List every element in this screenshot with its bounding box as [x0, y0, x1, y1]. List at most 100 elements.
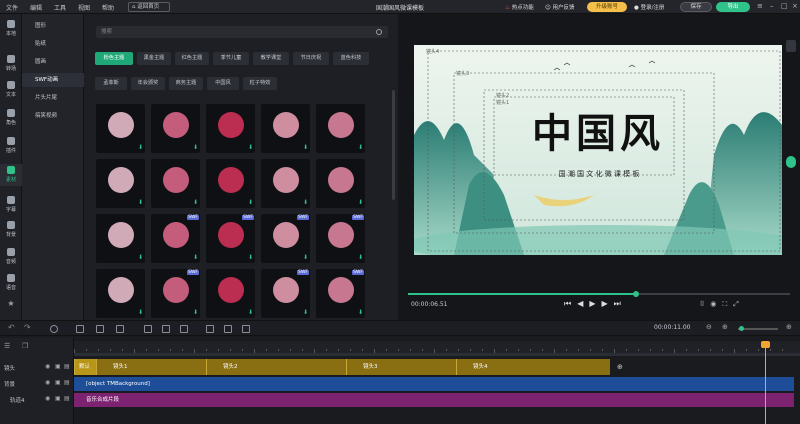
category-item-swf[interactable]: SWF动画 — [22, 73, 84, 87]
thumbnail-hanging-charm[interactable]: ⬇ — [261, 104, 310, 153]
eye-icon[interactable]: ◉ — [45, 379, 50, 386]
thumbnail-plum-cluster[interactable]: ⬇ SWF — [151, 269, 200, 318]
thumbnail-pink-balloons[interactable]: ⬇ — [206, 269, 255, 318]
thumbnail-falling-blossoms[interactable]: ⬇ SWF — [316, 214, 365, 263]
download-icon[interactable]: ⬇ — [358, 199, 363, 206]
shot-clip-2[interactable]: 镜头2 — [206, 359, 346, 375]
crop-icon[interactable] — [76, 325, 84, 333]
step-fwd-icon[interactable]: ▶ — [602, 299, 614, 308]
download-icon[interactable]: ⬇ — [193, 309, 198, 316]
thumbnail-wind-chime[interactable]: ⬇ — [151, 159, 200, 208]
zoom-handle[interactable] — [739, 326, 744, 331]
tag-business[interactable]: 商务主题 — [169, 77, 203, 90]
download-icon[interactable]: ⬇ — [303, 309, 308, 316]
menu-view[interactable]: 视图 — [78, 3, 90, 12]
thumbnail-bird-branch[interactable]: ⬇ — [96, 214, 145, 263]
download-icon[interactable]: ⬇ — [193, 254, 198, 261]
download-icon[interactable]: ⬇ — [303, 254, 308, 261]
upgrade-button[interactable]: 升级账号 — [587, 2, 627, 12]
rail-item-transition[interactable]: 转场 — [0, 53, 22, 75]
lock-track-icon[interactable]: ▣ — [55, 379, 61, 386]
thumbnail-magpie-branch[interactable]: ⬇ SWF — [151, 214, 200, 263]
category-item[interactable]: 搞笑视频 — [22, 109, 84, 123]
thumbnail-pink-tree[interactable]: ⬇ SWF — [261, 214, 310, 263]
zoom-plus-icon[interactable]: ⊕ — [786, 323, 792, 331]
category-item[interactable]: 片头片尾 — [22, 91, 84, 105]
insert-icon[interactable] — [144, 325, 152, 333]
rail-item-text[interactable]: 文本 — [0, 79, 22, 101]
close-icon[interactable]: × — [792, 2, 798, 10]
eye-icon[interactable]: ◉ — [45, 363, 50, 370]
zoom-in-icon[interactable]: ⊕ — [722, 323, 728, 331]
step-back-icon[interactable]: ◀ — [577, 299, 589, 308]
download-icon[interactable]: ⬇ — [248, 309, 253, 316]
feedback-link[interactable]: ☺ 用户反馈 — [545, 3, 575, 11]
menu-file[interactable]: 文件 — [6, 3, 18, 12]
menu-icon[interactable]: ≡ — [757, 2, 763, 10]
ruler-scroll[interactable] — [74, 353, 800, 356]
shot-clip-4[interactable]: 镜头4 — [456, 359, 610, 375]
camera-icon[interactable]: ◉ — [710, 300, 722, 308]
tag-festival[interactable]: 节日庆祝 — [293, 52, 329, 65]
thumbnail-umbrella-pink[interactable]: ⬇ — [316, 104, 365, 153]
target-icon[interactable] — [50, 325, 58, 333]
menu-edit[interactable]: 编辑 — [30, 3, 42, 12]
thumbnail-pink-flower-burst[interactable]: ⬇ — [206, 104, 255, 153]
preview-tools[interactable]: ⌷◉⛶⤢ — [700, 300, 745, 309]
thumbnail-plum-sprig[interactable]: ⬇ — [261, 159, 310, 208]
shot-clip-1[interactable]: 镜头1 — [96, 359, 206, 375]
lock-icon[interactable] — [206, 325, 214, 333]
replace-icon[interactable] — [162, 325, 170, 333]
maximize-icon[interactable]: □ — [781, 2, 788, 10]
category-item[interactable]: 圆画 — [22, 55, 84, 69]
minimize-icon[interactable]: – — [770, 2, 774, 10]
prev-icon[interactable]: ⏮ — [564, 299, 577, 308]
layers-icon[interactable] — [180, 325, 188, 333]
search-icon[interactable] — [376, 29, 382, 35]
undo-icon[interactable]: ↶ — [8, 323, 16, 332]
tag-blue-tech[interactable]: 蓝色科技 — [333, 52, 369, 65]
login-link[interactable]: ● 登录/注册 — [634, 3, 664, 11]
download-icon[interactable]: ⬇ — [303, 144, 308, 151]
delete-track-icon[interactable]: ▤ — [64, 379, 70, 386]
thumbnail-blossom-branch[interactable]: ⬇ — [96, 269, 145, 318]
thumbnail-fan-flower[interactable]: ⬇ SWF — [206, 214, 255, 263]
download-icon[interactable]: ⬇ — [138, 144, 143, 151]
tag-pink[interactable]: 粉色主题 — [95, 52, 133, 65]
tag-chinese[interactable]: 中国风 — [207, 77, 239, 90]
fit-icon[interactable]: ⌷ — [700, 300, 710, 308]
time-ruler[interactable] — [74, 341, 800, 353]
download-icon[interactable]: ⬇ — [138, 309, 143, 316]
shot-clip-3[interactable]: 镜头3 — [346, 359, 456, 375]
download-icon[interactable]: ⬇ — [193, 199, 198, 206]
download-icon[interactable]: ⬇ — [358, 309, 363, 316]
download-icon[interactable]: ⬇ — [303, 199, 308, 206]
thumbnail-peony-flowers[interactable]: ⬇ — [96, 159, 145, 208]
track-copy-icon[interactable]: ❐ — [22, 342, 28, 350]
playhead[interactable] — [765, 341, 766, 424]
thumbnail-girl-dancing[interactable]: ⬇ SWF — [261, 269, 310, 318]
music-clip[interactable]: 音乐合成片段 — [74, 393, 794, 407]
flip-icon[interactable] — [224, 325, 232, 333]
rail-item-subtitle[interactable]: 字幕 — [0, 194, 22, 216]
add-shot-icon[interactable]: ⊕ — [617, 363, 623, 371]
rail-item-local[interactable]: 本地 — [0, 18, 22, 40]
tag-memphis[interactable]: 孟菲斯 — [95, 77, 127, 90]
category-item[interactable]: 贴纸 — [22, 37, 84, 51]
download-icon[interactable]: ⬇ — [358, 144, 363, 151]
thumbnail-plum-sprig-2[interactable]: ⬇ — [316, 159, 365, 208]
background-clip[interactable]: [object TMBackground] — [74, 377, 794, 391]
group-icon[interactable] — [116, 325, 124, 333]
playhead-handle[interactable] — [761, 341, 770, 348]
rail-item-voice[interactable]: 语音 — [0, 272, 22, 294]
search-input[interactable]: 搜索 — [96, 26, 388, 38]
tag-black-gold[interactable]: 黑金主题 — [137, 52, 171, 65]
download-icon[interactable]: ⬇ — [138, 254, 143, 261]
redo-icon[interactable]: ↷ — [24, 323, 32, 332]
download-icon[interactable]: ⬇ — [248, 254, 253, 261]
track-settings-icon[interactable]: ☰ — [4, 342, 10, 350]
lock-track-icon[interactable]: ▣ — [55, 395, 61, 402]
rail-item-plugin[interactable]: 插件 — [0, 135, 22, 157]
delete-track-icon[interactable]: ▤ — [64, 363, 70, 370]
transport-controls[interactable]: ⏮◀▶▶⏭ — [564, 299, 627, 309]
